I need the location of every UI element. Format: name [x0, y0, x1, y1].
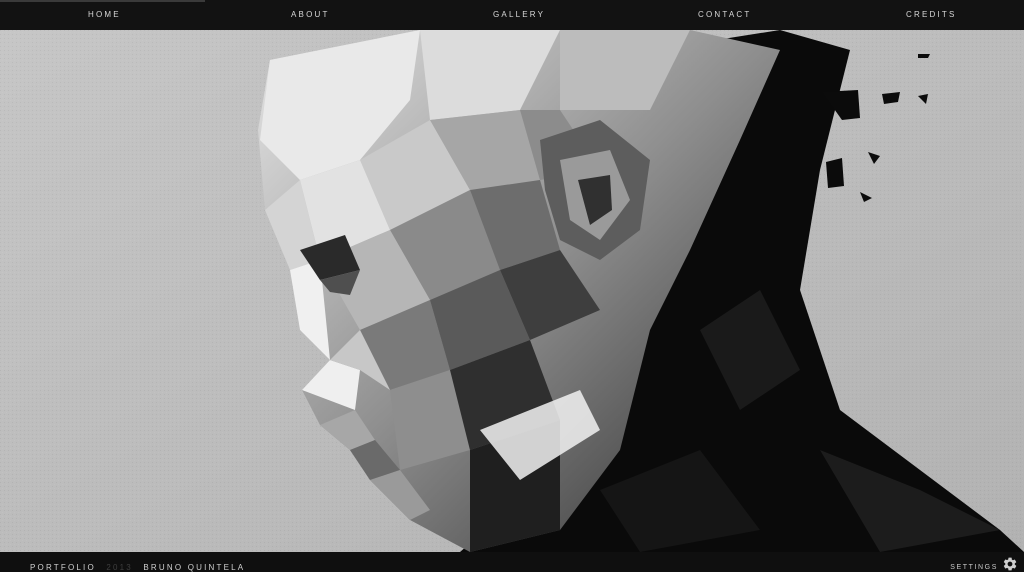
progress-bar — [0, 0, 205, 2]
low-poly-portrait-icon — [0, 30, 1024, 552]
page: HOME ABOUT GALLERY CONTACT CREDITS PORTF… — [0, 0, 1024, 572]
author-name: BRUNO QUINTELA — [143, 563, 246, 572]
bottom-bar: PORTFOLIO 2013 BRUNO QUINTELA SETTINGS — [0, 552, 1024, 572]
nav-gallery[interactable]: GALLERY — [493, 10, 545, 19]
settings-button[interactable]: SETTINGS — [950, 557, 1018, 571]
nav-contact[interactable]: CONTACT — [698, 10, 751, 19]
nav-credits[interactable]: CREDITS — [906, 10, 957, 19]
nav-home[interactable]: HOME — [88, 10, 121, 19]
gear-icon — [1003, 557, 1017, 571]
top-nav: HOME ABOUT GALLERY CONTACT CREDITS — [0, 0, 1024, 30]
nav-about[interactable]: ABOUT — [291, 10, 330, 19]
footer-branding: PORTFOLIO 2013 BRUNO QUINTELA — [30, 563, 245, 572]
hero-image — [0, 30, 1024, 552]
portfolio-label: PORTFOLIO — [30, 563, 96, 572]
settings-label: SETTINGS — [950, 563, 998, 571]
portfolio-year: 2013 — [106, 563, 133, 572]
